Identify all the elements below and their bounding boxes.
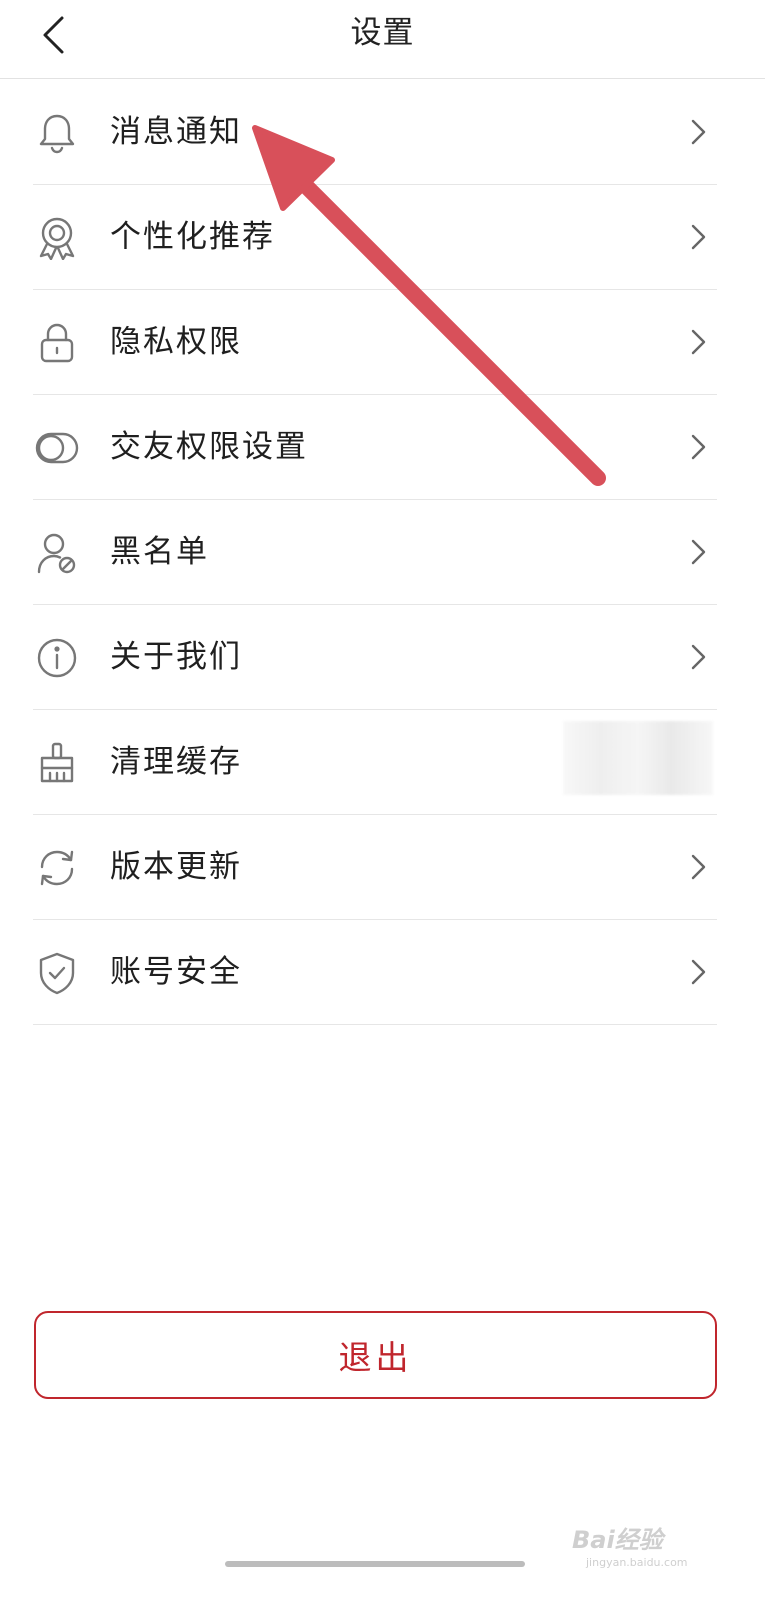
chevron-right-icon — [691, 539, 706, 565]
settings-item-label: 版本更新 — [110, 849, 242, 885]
settings-item-label: 黑名单 — [110, 534, 209, 570]
settings-item-label: 账号安全 — [110, 954, 242, 990]
settings-item-label: 隐私权限 — [110, 324, 242, 360]
page-title: 设置 — [350, 15, 415, 51]
toggle-circles-icon — [35, 426, 79, 470]
settings-item-label: 交友权限设置 — [110, 429, 308, 465]
watermark-subtext: jingyan.baidu.com — [586, 1556, 688, 1569]
chevron-right-icon — [691, 854, 706, 880]
settings-item-friend-permissions[interactable]: 交友权限设置 — [33, 395, 717, 500]
settings-item-label: 关于我们 — [110, 639, 242, 675]
chevron-right-icon — [691, 434, 706, 460]
settings-item-version-update[interactable]: 版本更新 — [33, 815, 717, 920]
settings-item-label: 个性化推荐 — [110, 219, 275, 255]
settings-item-blacklist[interactable]: 黑名单 — [33, 500, 717, 605]
lock-icon — [35, 321, 79, 365]
top-bar: 设置 — [0, 0, 765, 79]
settings-list: 消息通知 个性化推荐 隐私权限 交友权限设置 黑名单 关于我们 清理缓存 版本更… — [0, 80, 765, 1025]
bell-icon — [35, 111, 79, 155]
settings-item-about[interactable]: 关于我们 — [33, 605, 717, 710]
settings-item-notifications[interactable]: 消息通知 — [33, 80, 717, 185]
chevron-right-icon — [691, 329, 706, 355]
chevron-right-icon — [691, 644, 706, 670]
watermark-text: Bai经验 — [572, 1526, 663, 1554]
user-block-icon — [35, 531, 79, 575]
settings-item-clear-cache[interactable]: 清理缓存 — [33, 710, 717, 815]
chevron-right-icon — [691, 959, 706, 985]
settings-item-label: 清理缓存 — [110, 744, 242, 780]
cache-size-value-blurred — [563, 721, 713, 795]
settings-item-personalized[interactable]: 个性化推荐 — [33, 185, 717, 290]
chevron-right-icon — [691, 224, 706, 250]
refresh-icon — [35, 846, 79, 890]
broom-icon — [35, 741, 79, 785]
badge-icon — [35, 216, 79, 260]
logout-button[interactable]: 退出 — [34, 1311, 717, 1399]
home-indicator — [225, 1561, 525, 1567]
settings-item-account-security[interactable]: 账号安全 — [33, 920, 717, 1025]
settings-item-privacy[interactable]: 隐私权限 — [33, 290, 717, 395]
watermark-logo: Bai经验 jingyan.baidu.com — [572, 1520, 722, 1570]
info-icon — [35, 636, 79, 680]
chevron-right-icon — [691, 119, 706, 145]
shield-check-icon — [35, 951, 79, 995]
settings-item-label: 消息通知 — [110, 114, 242, 150]
